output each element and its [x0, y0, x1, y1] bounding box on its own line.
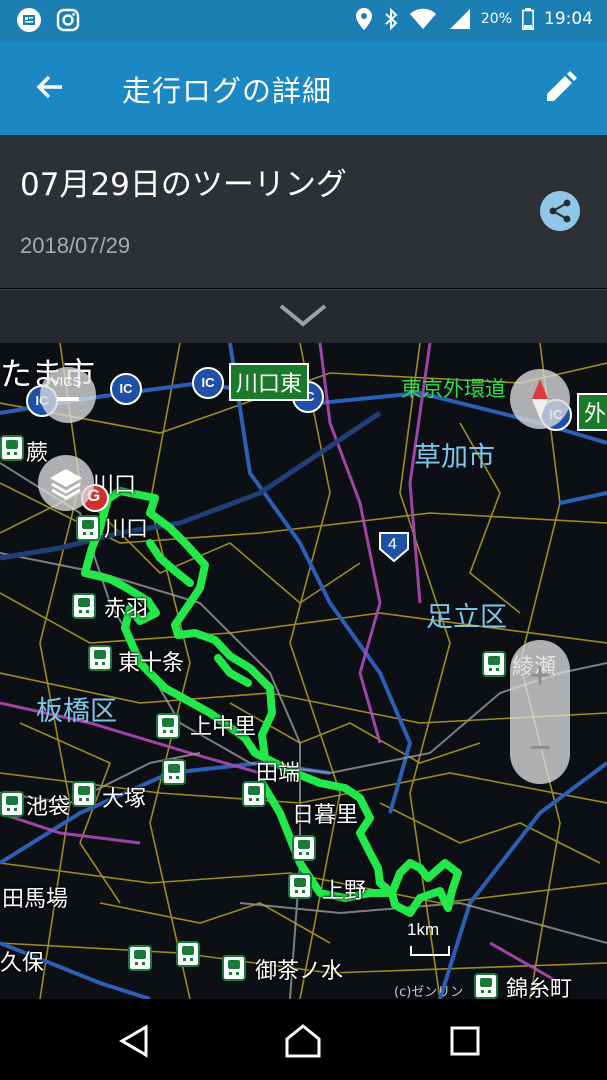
station-icon: [292, 835, 316, 861]
compass-icon: [532, 379, 548, 419]
map-copyright: (c)ゼンリン: [394, 985, 464, 999]
vics-label: VICS: [51, 374, 82, 389]
ic-badge: IC: [192, 367, 224, 399]
details-expander[interactable]: [0, 289, 607, 344]
station-icon: [288, 873, 312, 899]
map-scale-bar: [410, 946, 450, 956]
recents-icon[interactable]: [443, 1019, 487, 1063]
wifi-icon: [409, 8, 436, 29]
trip-date: 2018/07/29: [20, 233, 131, 258]
share-icon[interactable]: [540, 191, 580, 231]
clock: 19:04: [544, 9, 593, 29]
pencil-icon[interactable]: [539, 65, 583, 109]
station-label: 上野: [322, 879, 367, 904]
station-label: 御茶ノ水: [255, 959, 344, 984]
vics-button[interactable]: VICS: [40, 367, 96, 423]
trip-title: 07月29日のツーリング: [20, 167, 347, 203]
district-label: 草加市: [414, 442, 495, 473]
system-nav-bar: [0, 999, 607, 1080]
instagram-icon: [56, 8, 80, 32]
route-number: 4: [388, 536, 397, 553]
compass-button[interactable]: [510, 369, 570, 429]
station-icon: [474, 973, 498, 999]
station-icon: [156, 713, 180, 739]
traffic-icon: [57, 397, 79, 401]
chevron-down-icon: [279, 304, 327, 327]
news-icon: [17, 8, 41, 32]
location-icon: [355, 8, 372, 30]
layers-button[interactable]: [38, 455, 94, 511]
station-icon: [176, 941, 200, 967]
zoom-controls: + −: [510, 640, 570, 784]
district-label: 板橋区: [36, 696, 117, 727]
station-icon: [76, 515, 100, 541]
zoom-out-button[interactable]: −: [510, 712, 570, 784]
station-icon: [482, 651, 506, 677]
battery-percent: 20%: [480, 11, 512, 27]
station-icon: [72, 781, 96, 807]
expressway-sign: 外: [577, 393, 607, 431]
station-icon: [72, 593, 96, 619]
station-icon: [242, 781, 266, 807]
station-label: 蕨: [26, 441, 49, 466]
station-icon: [0, 791, 24, 817]
signal-icon: [449, 9, 470, 29]
ring-road-label: 東京外環道: [401, 377, 506, 401]
map-scale-label: 1km: [407, 920, 440, 939]
trip-header: 07月29日のツーリング 2018/07/29: [0, 135, 607, 288]
back-triangle-icon[interactable]: [112, 1019, 156, 1063]
battery-icon: [522, 8, 534, 30]
station-label: 田馬場: [2, 887, 69, 912]
station-label: 大塚: [102, 787, 147, 812]
station-icon: [222, 955, 246, 981]
station-label: 上中里: [190, 715, 257, 740]
station-icon: [0, 435, 24, 461]
page-title: 走行ログの詳細: [122, 74, 333, 108]
zoom-in-button[interactable]: +: [510, 640, 570, 712]
status-bar: 20% 19:04: [0, 0, 607, 41]
station-label: 赤羽: [104, 597, 149, 622]
ic-badge: IC: [110, 373, 142, 405]
home-icon[interactable]: [281, 1019, 325, 1063]
station-label: 久保: [0, 951, 45, 976]
station-icon: [162, 759, 186, 785]
station-label: 錦糸町: [506, 977, 573, 999]
map-view[interactable]: 草加市 足立区 板橋区 たま市 IC IC IC IC IC 川口東 外 東京外…: [0, 343, 607, 999]
app-bar: 走行ログの詳細: [0, 41, 607, 135]
station-label: 川口: [104, 517, 149, 542]
station-label: 東十条: [118, 651, 185, 676]
district-label: 足立区: [426, 602, 507, 633]
layers-icon: [50, 469, 82, 500]
expressway-sign: 川口東: [229, 363, 310, 401]
station-label: 日暮里: [292, 803, 359, 828]
arrow-back-icon[interactable]: [28, 65, 72, 109]
station-icon: [88, 645, 112, 671]
station-icon: [128, 945, 152, 971]
station-label: 池袋: [26, 795, 71, 820]
bluetooth-icon: [385, 7, 398, 31]
